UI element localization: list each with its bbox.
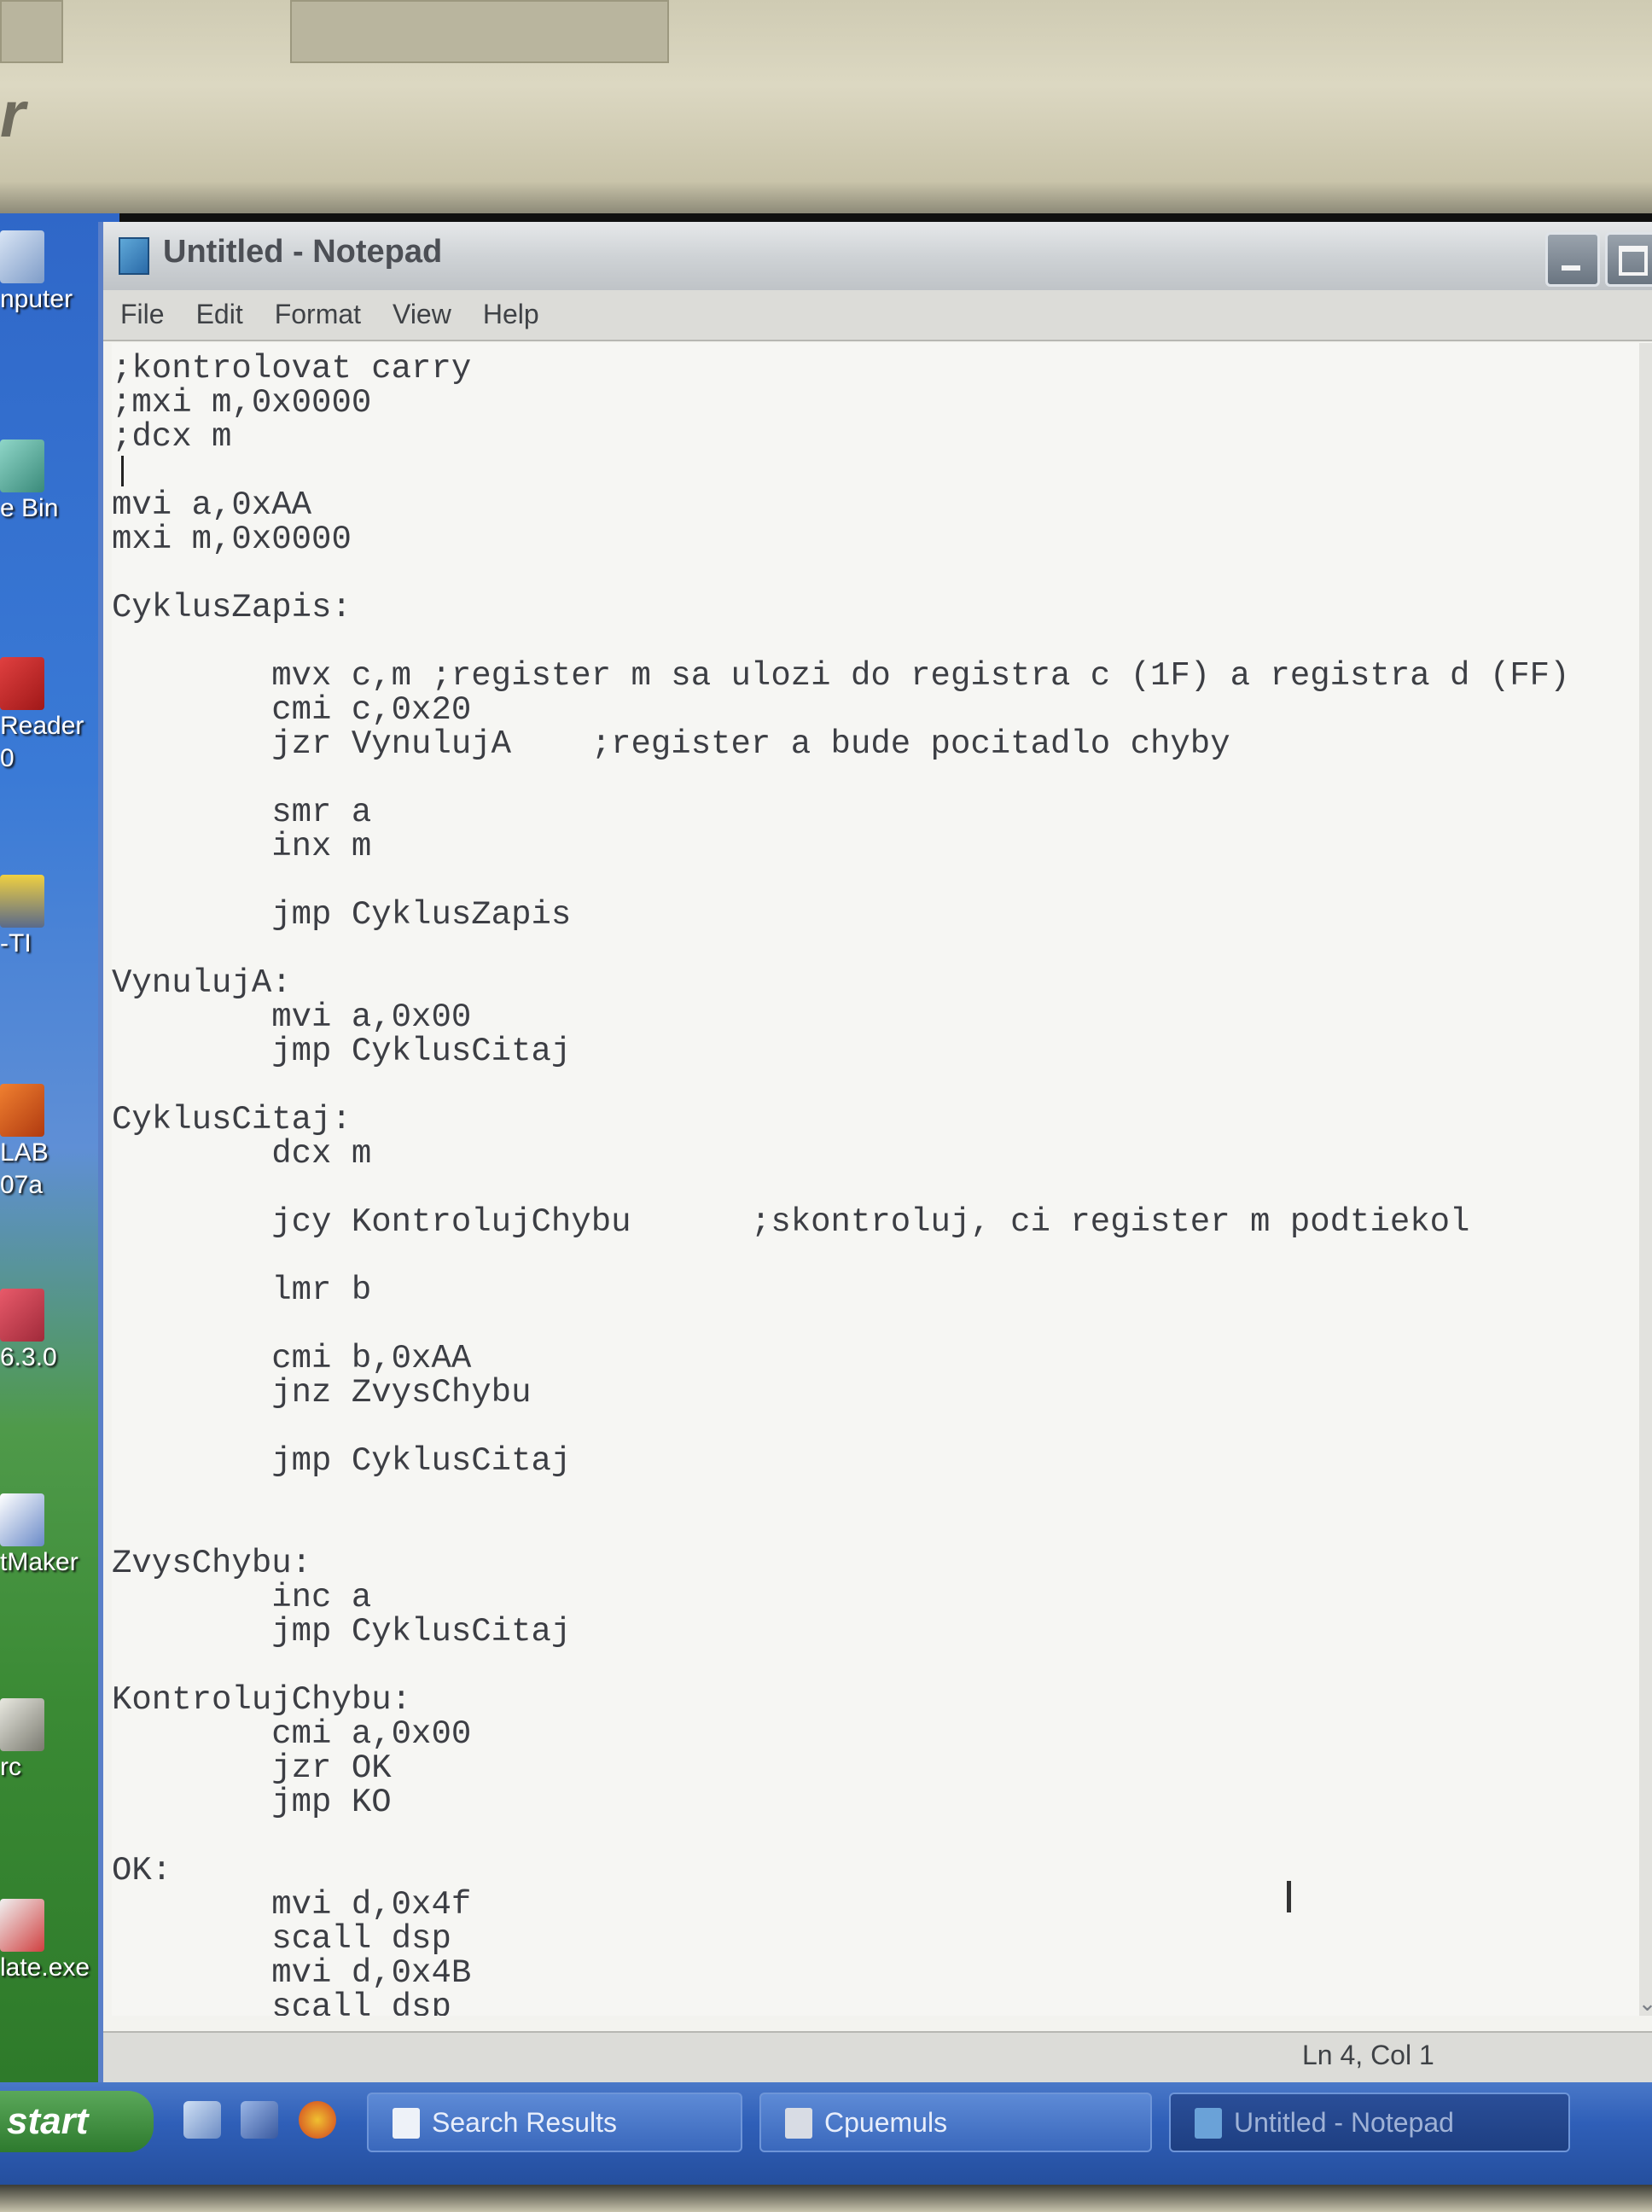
taskbar-item-search-results[interactable]: Search Results xyxy=(367,2093,742,2152)
screen: nputer e Bin Reader 0 -TI LAB 07a 6.3.0 … xyxy=(0,213,1652,2185)
adobe-reader-icon xyxy=(0,657,44,710)
calculator-icon xyxy=(0,875,44,928)
show-desktop-icon[interactable] xyxy=(183,2101,221,2139)
desktop-icon-reader[interactable]: Reader 0 xyxy=(0,657,111,775)
search-folder-icon xyxy=(393,2108,420,2139)
desktop-icon-rc[interactable]: rc xyxy=(0,1698,111,1784)
notepad-icon xyxy=(1195,2108,1222,2139)
vertical-scrollbar[interactable] xyxy=(1639,343,1652,2016)
monitor-bezel-bottom xyxy=(0,2185,1652,2212)
exe-file-icon xyxy=(0,1899,44,1952)
notepad-window: Untitled - Notepad File Edit Format View Hel… xyxy=(98,222,1652,2084)
notepad-icon xyxy=(119,237,149,275)
text-editor[interactable]: ;kontrolovat carry ;mxi m,0x0000 ;dcx m … xyxy=(112,343,1639,2016)
monitor-brand-logo: r xyxy=(0,79,26,151)
ibeam-cursor-icon: I xyxy=(1283,1871,1296,1923)
title-bar[interactable]: Untitled - Notepad xyxy=(103,222,1652,290)
quicklaunch-icon[interactable] xyxy=(241,2101,278,2139)
menu-edit[interactable]: Edit xyxy=(179,290,258,330)
menu-help[interactable]: Help xyxy=(466,290,554,330)
media-player-icon[interactable] xyxy=(299,2101,336,2139)
menu-view[interactable]: View xyxy=(375,290,466,330)
desktop-icon-matlab[interactable]: LAB 07a xyxy=(0,1084,111,1202)
desktop-icon-ti[interactable]: -TI xyxy=(0,875,111,960)
taskbar: start Search Results Cpuemuls Untitled -… xyxy=(0,2082,1652,2185)
maximize-button[interactable] xyxy=(1605,232,1652,287)
desktop-icon-recycle-bin[interactable]: e Bin xyxy=(0,439,111,525)
menu-file[interactable]: File xyxy=(103,290,179,330)
matlab-icon xyxy=(0,1084,44,1137)
window-title: Untitled - Notepad xyxy=(163,234,443,270)
desktop-icon-maker[interactable]: tMaker xyxy=(0,1493,111,1579)
settings-app-icon xyxy=(0,1698,44,1751)
recycle-bin-icon xyxy=(0,439,44,492)
taskbar-item-cpuemuls[interactable]: Cpuemuls xyxy=(759,2093,1152,2152)
status-bar: Ln 4, Col 1 xyxy=(103,2031,1652,2084)
menu-format[interactable]: Format xyxy=(258,290,375,330)
cursor-position: Ln 4, Col 1 xyxy=(1302,2040,1434,2070)
minimize-button[interactable] xyxy=(1545,232,1600,287)
desktop-icon-computer[interactable]: nputer xyxy=(0,230,111,316)
emulator-icon xyxy=(785,2108,812,2139)
app-icon xyxy=(0,1289,44,1342)
diagram-tool-icon xyxy=(0,1493,44,1546)
editor-content[interactable]: ;kontrolovat carry ;mxi m,0x0000 ;dcx m … xyxy=(112,343,1639,2016)
start-button[interactable]: start xyxy=(0,2091,154,2152)
menu-bar: File Edit Format View Help xyxy=(103,290,1652,341)
scroll-down-arrow-icon[interactable]: ⌄ xyxy=(1637,1990,1652,2016)
monitor-bezel-top: r xyxy=(0,0,1652,213)
bezel-panel xyxy=(290,0,669,63)
desktop-icon-exe[interactable]: late.exe xyxy=(0,1899,111,1984)
computer-icon xyxy=(0,230,44,283)
bezel-panel xyxy=(0,0,63,63)
desktop-icon-app[interactable]: 6.3.0 xyxy=(0,1289,111,1374)
text-caret xyxy=(121,456,124,486)
taskbar-item-notepad[interactable]: Untitled - Notepad xyxy=(1169,2093,1570,2152)
